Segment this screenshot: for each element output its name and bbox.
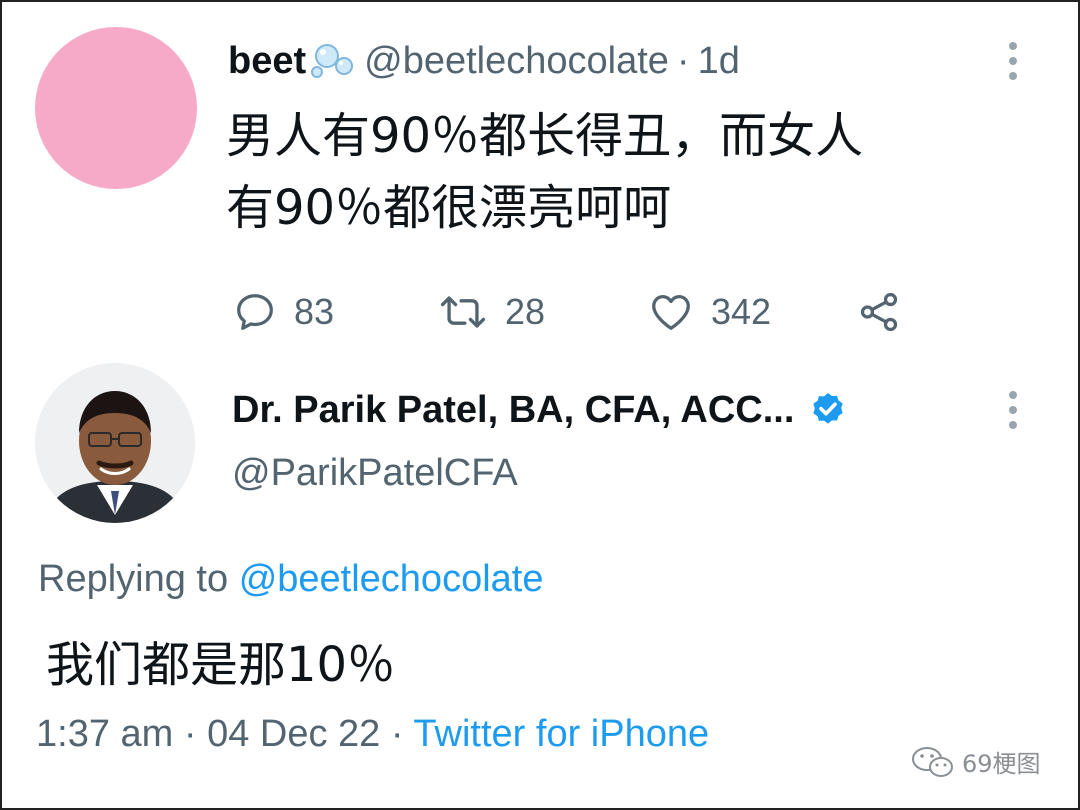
tweet2-source-link[interactable]: Twitter for iPhone <box>413 713 709 755</box>
replying-prefix: Replying to <box>38 558 229 600</box>
avatar-parik-patel[interactable] <box>35 363 195 523</box>
tweet1-text-line1: 男人有90％都长得丑，而女人 <box>226 108 864 164</box>
tweet2-display-name[interactable]: Dr. Parik Patel, BA, CFA, ACC... <box>232 389 794 432</box>
share-button[interactable] <box>855 288 903 336</box>
wechat-icon <box>912 746 953 777</box>
retweet-button[interactable]: 28 <box>437 288 545 336</box>
tweet2-text: 我们都是那10％ <box>46 637 396 693</box>
reply-count: 83 <box>294 291 335 332</box>
tweet1-more-icon[interactable] <box>1008 42 1018 80</box>
tweet1-header: beet @beetlechocolate · 1d <box>228 36 740 86</box>
watermark-text: 69梗图 <box>962 750 1041 778</box>
tweet1-timestamp[interactable]: 1d <box>698 40 740 83</box>
tweet2-more-icon[interactable] <box>1008 391 1018 429</box>
meta-separator-2: · <box>390 713 404 755</box>
tweet2-header: Dr. Parik Patel, BA, CFA, ACC... <box>232 385 848 435</box>
reply-icon <box>237 294 273 330</box>
tweet1-handle[interactable]: @beetlechocolate <box>364 40 669 83</box>
replying-handle-link[interactable]: @beetlechocolate <box>239 558 544 600</box>
tweet1-text-line2: 有90％都很漂亮呵呵 <box>226 180 672 236</box>
retweet-count: 28 <box>505 291 546 332</box>
tweet1-separator: · <box>676 39 690 82</box>
retweet-icon <box>440 296 486 328</box>
tweet2-time[interactable]: 1:37 am <box>36 713 173 755</box>
avatar-beet[interactable] <box>35 27 197 189</box>
bubbles-emoji-icon <box>311 44 354 78</box>
heart-icon <box>652 295 690 330</box>
like-count: 342 <box>711 291 772 332</box>
tweet1-text: 男人有90％都长得丑，而女人 有90％都很漂亮呵呵 <box>226 100 986 244</box>
tweet1-display-name[interactable]: beet <box>228 40 306 83</box>
profile-photo-icon <box>35 363 195 523</box>
tweet2-meta: 1:37 am · 04 Dec 22 · Twitter for iPhone <box>36 713 709 756</box>
replying-to: Replying to @beetlechocolate <box>38 558 543 601</box>
watermark: 69梗图 <box>910 744 1041 779</box>
reply-button[interactable]: 83 <box>232 288 334 336</box>
meta-separator-1: · <box>183 713 197 755</box>
tweet2-date[interactable]: 04 Dec 22 <box>207 713 380 755</box>
share-icon <box>860 292 898 332</box>
tweet2-handle[interactable]: @ParikPatelCFA <box>232 452 518 495</box>
verified-badge-icon <box>813 393 844 424</box>
like-button[interactable]: 342 <box>647 288 771 336</box>
